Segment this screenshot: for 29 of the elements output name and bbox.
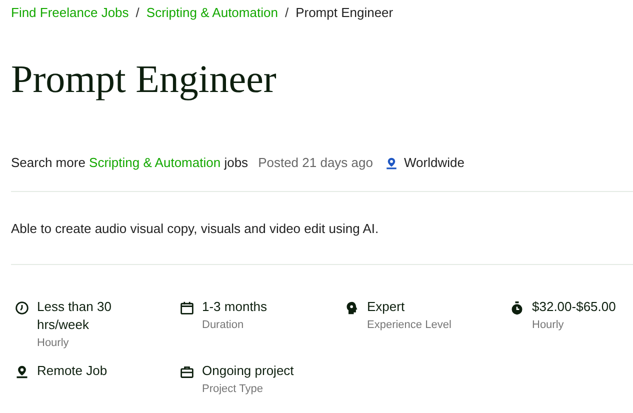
posted-time: Posted 21 days ago — [258, 154, 373, 172]
feature-value: Less than 30 hrs/week — [37, 298, 112, 334]
feature-label: Experience Level — [367, 318, 452, 333]
stopwatch-icon — [510, 301, 524, 315]
breadcrumb-link[interactable]: Find Freelance Jobs — [11, 3, 129, 23]
clock-icon — [15, 301, 29, 315]
breadcrumb-separator: / — [136, 4, 140, 22]
location-text: Worldwide — [404, 154, 464, 172]
location-pin-icon — [15, 365, 29, 379]
breadcrumb-current: Prompt Engineer — [296, 4, 394, 22]
breadcrumb-separator: / — [284, 4, 289, 22]
location-pin-icon — [384, 156, 398, 170]
feature-value: Remote Job — [37, 362, 108, 380]
feature-label: Hourly — [532, 318, 565, 333]
feature-value: Ongoing project — [202, 362, 295, 380]
head-icon — [345, 301, 359, 315]
feature-label: Project Type — [202, 382, 264, 397]
breadcrumb-link[interactable]: Scripting & Automation — [146, 3, 278, 23]
job-title: Prompt Engineer — [11, 57, 278, 103]
feature-value: Expert — [367, 298, 406, 316]
feature-label: Duration — [202, 318, 245, 333]
feature-value: $32.00-$65.00 — [532, 298, 617, 316]
category-link[interactable]: Scripting & Automation — [89, 155, 221, 170]
search-more-text: Search more Scripting & Automation jobs — [11, 154, 248, 172]
job-description: Able to create audio visual copy, visuals and video edit using AI. — [11, 220, 380, 237]
calendar-icon — [180, 301, 194, 315]
feature-value: 1-3 months — [202, 298, 268, 316]
feature-label: Hourly — [37, 336, 70, 351]
briefcase-icon — [180, 365, 194, 379]
